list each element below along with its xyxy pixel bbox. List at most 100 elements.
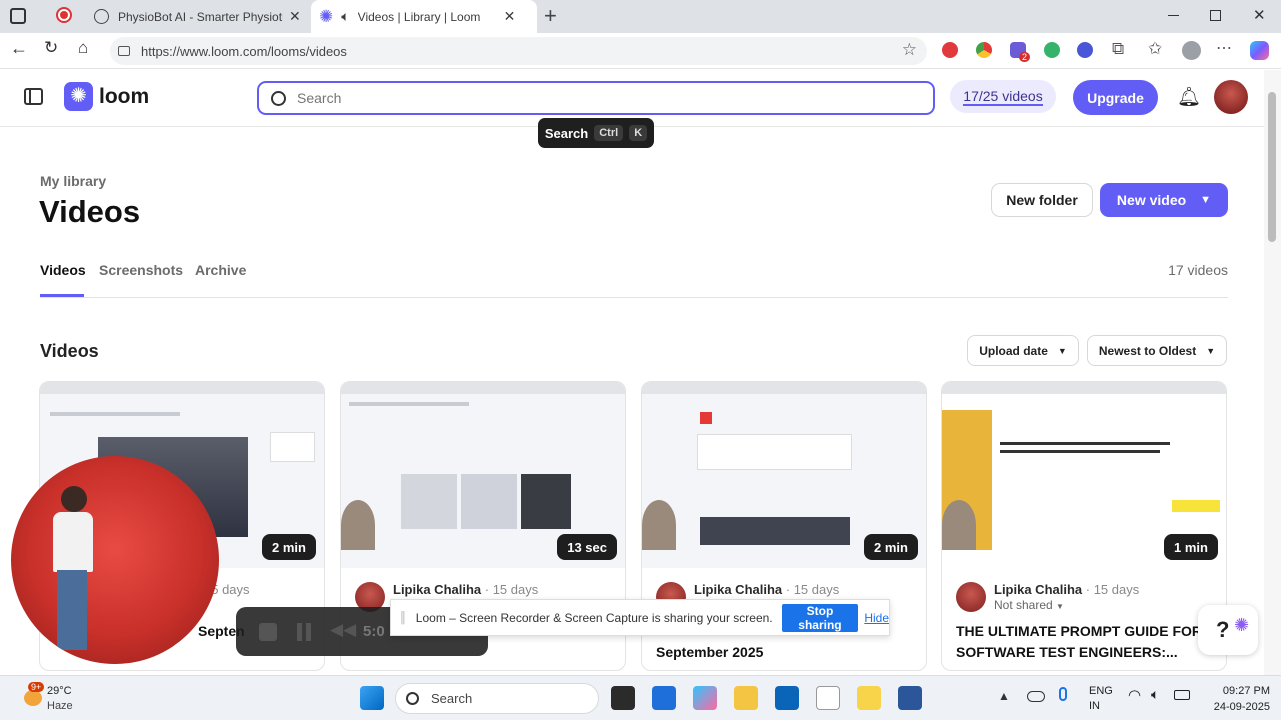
- close-icon[interactable]: ✕: [289, 8, 301, 25]
- task-view-icon[interactable]: [611, 686, 635, 710]
- extension-blue-icon[interactable]: [1077, 42, 1093, 58]
- copilot-app-icon[interactable]: [693, 686, 717, 710]
- window-close-icon[interactable]: ✕: [1253, 6, 1266, 24]
- volume-icon[interactable]: 🔈︎: [1151, 686, 1159, 703]
- screen-share-bar: ║ Loom – Screen Recorder & Screen Captur…: [390, 599, 890, 636]
- recording-icon[interactable]: [56, 7, 72, 23]
- maximize-icon[interactable]: [1210, 10, 1221, 21]
- share-message: Loom – Screen Recorder & Screen Capture …: [415, 610, 773, 625]
- sort-field-dropdown[interactable]: Upload date ▼: [967, 335, 1079, 366]
- favorites-icon[interactable]: ✩: [1148, 39, 1162, 59]
- owner-line: Lipika Chaliha · 15 days: [393, 582, 539, 597]
- person-body: [53, 512, 93, 572]
- tab-physiobot[interactable]: PhysioBot AI - Smarter Physiothe ✕: [86, 0, 312, 33]
- search-input[interactable]: [297, 90, 897, 106]
- tray-chevron-icon[interactable]: ▲: [998, 689, 1010, 703]
- microphone-icon[interactable]: [1059, 687, 1067, 701]
- tab-title: Videos | Library | Loom: [357, 9, 481, 24]
- sticky-notes-icon[interactable]: [857, 686, 881, 710]
- video-age: 15 days: [793, 582, 840, 597]
- owner-name: Lipika Chaliha: [694, 582, 783, 597]
- sidebar-toggle-icon[interactable]: [24, 88, 43, 105]
- reload-icon[interactable]: ↻: [44, 38, 58, 58]
- clock[interactable]: 09:27 PM 24-09-2025: [1205, 683, 1270, 715]
- help-button[interactable]: ? ✺: [1198, 605, 1258, 655]
- search-icon: [406, 692, 419, 705]
- profile-avatar[interactable]: [1182, 41, 1201, 60]
- video-total: 17 videos: [1168, 262, 1228, 278]
- camera-bubble[interactable]: [11, 456, 219, 664]
- owner-line: Lipika Chaliha · 15 days: [694, 582, 840, 597]
- shortcut-key-ctrl: Ctrl: [594, 125, 624, 141]
- search-box[interactable]: [257, 81, 935, 115]
- globe-icon: [94, 9, 109, 24]
- address-bar[interactable]: https://www.loom.com/looms/videos ☆: [110, 37, 927, 65]
- stop-sharing-button[interactable]: Stop sharing: [781, 603, 859, 632]
- tab-title: PhysioBot AI - Smarter Physiothe: [118, 9, 283, 24]
- stop-recording-icon[interactable]: [259, 623, 277, 641]
- extensions-puzzle-icon[interactable]: ⧉: [1112, 39, 1124, 59]
- extension-chrome-icon[interactable]: [976, 42, 992, 58]
- pause-icon[interactable]: [297, 623, 311, 641]
- language-indicator[interactable]: ENG IN: [1089, 684, 1113, 714]
- new-tab-icon[interactable]: +: [544, 3, 557, 29]
- taskbar-search-label: Search: [431, 691, 473, 706]
- video-count-badge[interactable]: 17/25 videos: [950, 80, 1056, 113]
- file-explorer-icon[interactable]: [734, 686, 758, 710]
- page-scrollbar[interactable]: [1264, 70, 1281, 675]
- wifi-icon[interactable]: ◠: [1128, 686, 1141, 704]
- tab-archive[interactable]: Archive: [195, 262, 246, 278]
- more-menu-icon[interactable]: ⋯: [1216, 38, 1232, 58]
- scrollbar-thumb[interactable]: [1268, 92, 1276, 242]
- sort-order-dropdown[interactable]: Newest to Oldest ▼: [1087, 335, 1227, 366]
- site-info-icon[interactable]: [118, 46, 130, 56]
- outlook-icon[interactable]: [775, 686, 799, 710]
- tab-loom-videos[interactable]: ✺ 🔈︎ Videos | Library | Loom ✕: [311, 0, 537, 33]
- drag-handle-icon[interactable]: ║: [399, 612, 407, 624]
- loom-logo-text: loom: [99, 84, 150, 108]
- owner-avatar: [956, 582, 986, 612]
- rewind-icon[interactable]: ◀◀: [330, 620, 356, 640]
- word-icon[interactable]: [898, 686, 922, 710]
- minimize-icon[interactable]: [1168, 15, 1179, 16]
- upgrade-button[interactable]: Upgrade: [1073, 80, 1158, 115]
- bell-icon[interactable]: 🔔︎: [1177, 85, 1201, 109]
- temperature: 29°C: [47, 685, 72, 697]
- extension-red-icon[interactable]: [942, 42, 958, 58]
- copilot-icon[interactable]: [1250, 41, 1269, 60]
- battery-icon[interactable]: [1174, 690, 1190, 700]
- chevron-down-icon: ▼: [1057, 345, 1067, 356]
- tab-screenshots[interactable]: Screenshots: [99, 262, 183, 278]
- speaker-icon[interactable]: 🔈︎: [341, 8, 349, 25]
- start-icon[interactable]: [360, 686, 384, 710]
- new-folder-button[interactable]: New folder: [991, 183, 1093, 217]
- new-video-label: New video: [1116, 192, 1187, 208]
- loom-logo[interactable]: ✺ loom: [64, 82, 149, 111]
- video-title[interactable]: THE ULTIMATE PROMPT GUIDE FOR SOFTWARE T…: [956, 621, 1216, 663]
- tab-videos[interactable]: Videos: [40, 262, 86, 278]
- extension-green-icon[interactable]: [1044, 42, 1060, 58]
- onedrive-icon[interactable]: [1027, 691, 1045, 702]
- back-icon[interactable]: ←: [10, 38, 28, 59]
- extension-badge: 2: [1019, 52, 1031, 62]
- home-icon[interactable]: ⌂: [78, 38, 88, 58]
- hide-button[interactable]: Hide: [864, 611, 889, 625]
- new-video-button[interactable]: New video ▼: [1100, 183, 1228, 217]
- sort-order-label: Newest to Oldest: [1098, 343, 1197, 358]
- breadcrumb[interactable]: My library: [40, 173, 106, 189]
- weather-widget[interactable]: 9+ 29°C Haze: [20, 682, 80, 716]
- loom-logo-icon: ✺: [64, 82, 93, 111]
- video-title[interactable]: September 2025: [656, 642, 916, 663]
- user-avatar[interactable]: [1214, 80, 1248, 114]
- video-age: 15 days: [1093, 582, 1140, 597]
- star-icon[interactable]: ☆: [902, 40, 917, 60]
- taskbar-search[interactable]: Search: [395, 683, 599, 714]
- store-icon[interactable]: [652, 686, 676, 710]
- lang-line1: ENG: [1089, 685, 1113, 697]
- video-card[interactable]: 1 min Lipika Chaliha · 15 days Not share…: [941, 381, 1227, 671]
- tab-actions-icon[interactable]: [10, 8, 26, 24]
- close-icon[interactable]: ✕: [504, 8, 516, 25]
- url-text[interactable]: https://www.loom.com/looms/videos: [141, 44, 347, 59]
- sharing-status[interactable]: Not shared ▼: [994, 598, 1064, 612]
- notepad-icon[interactable]: [816, 686, 840, 710]
